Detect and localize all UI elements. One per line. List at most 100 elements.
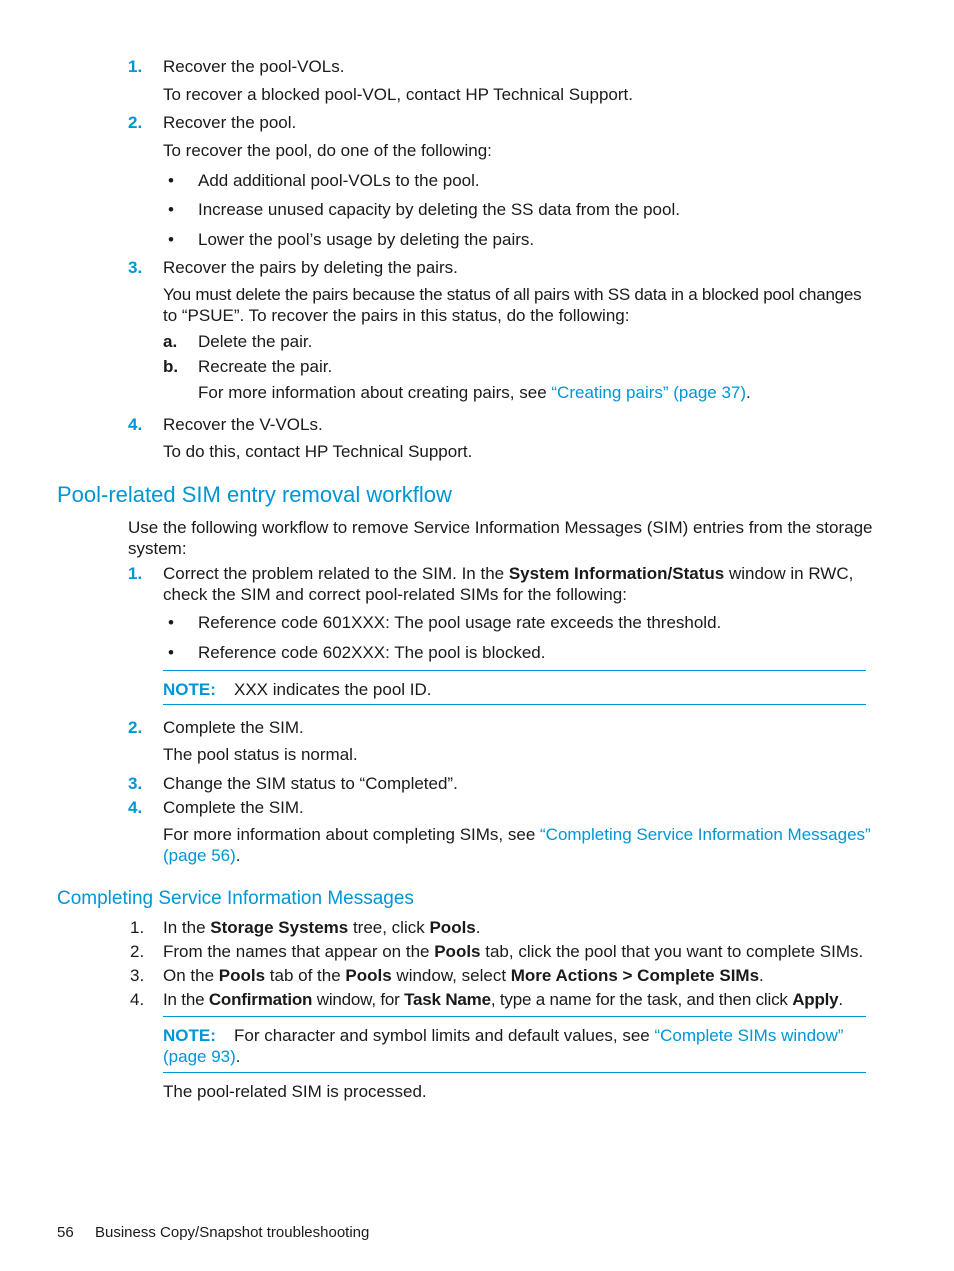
step-detail: The pool status is normal.: [163, 745, 358, 764]
step-title: In the Confirmation window, for Task Nam…: [163, 989, 843, 1010]
step-detail: You must delete the pairs because the st…: [163, 285, 862, 304]
ui-term: Pools: [434, 942, 481, 961]
step-number: 3.: [128, 258, 143, 277]
step-number: 3.: [128, 774, 143, 793]
more-info: (page 56).: [163, 845, 241, 866]
bullet-icon: •: [168, 613, 174, 632]
step-text: .: [759, 966, 764, 985]
step-text: window, select: [391, 966, 511, 985]
step-number: 2.: [130, 942, 145, 961]
step-number: 4.: [128, 798, 143, 817]
completing-sims-link-page[interactable]: (page 56): [163, 846, 236, 865]
bullet-icon: •: [168, 171, 174, 190]
ui-term: Task Name: [404, 990, 491, 1009]
step-detail: To recover a blocked pool-VOL, contact H…: [163, 85, 633, 104]
more-info-suffix: .: [746, 383, 751, 402]
note-label: NOTE:: [163, 680, 216, 699]
substep-text: Delete the pair.: [198, 332, 313, 351]
note-text: For character and symbol limits and defa…: [234, 1025, 843, 1046]
note-divider: [163, 1072, 866, 1073]
note-body: For character and symbol limits and defa…: [234, 1026, 655, 1045]
bullet-icon: •: [168, 230, 174, 249]
step-title: On the Pools tab of the Pools window, se…: [163, 965, 764, 986]
step-text: window in RWC,: [724, 564, 854, 583]
step-title: From the names that appear on the Pools …: [163, 941, 863, 962]
note-text: (page 93).: [163, 1046, 241, 1067]
ui-term: System Information/Status: [508, 564, 725, 583]
substep-text: Recreate the pair.: [198, 357, 333, 376]
step-detail: To do this, contact HP Technical Support…: [163, 442, 473, 461]
bullet-item: Lower the pool’s usage by deleting the p…: [198, 230, 535, 249]
substep-letter: b.: [163, 357, 179, 376]
more-info: For more information about creating pair…: [198, 382, 751, 403]
result-text: The pool-related SIM is processed.: [163, 1082, 427, 1101]
step-text: .: [475, 918, 481, 937]
ui-term: Pools: [218, 966, 266, 985]
note-text: XXX indicates the pool ID.: [234, 680, 432, 699]
step-text: window, for: [312, 990, 405, 1009]
complete-sims-window-link[interactable]: “Complete SIMs window”: [654, 1026, 843, 1045]
note-divider: [163, 1016, 866, 1017]
note-label: NOTE:: [163, 1026, 216, 1045]
step-number: 4.: [128, 415, 143, 434]
bullet-item: Add additional pool-VOLs to the pool.: [198, 171, 480, 190]
step-title: check the SIM and correct pool-related S…: [163, 585, 627, 604]
section-heading: Pool-related SIM entry removal workflow: [57, 482, 452, 507]
step-text: , type a name for the task, and then cli…: [490, 990, 793, 1009]
step-number: 1.: [130, 918, 145, 937]
step-title: Recover the pool.: [163, 113, 297, 132]
step-text: .: [838, 990, 843, 1009]
complete-sims-window-link-page[interactable]: (page 93): [163, 1047, 236, 1066]
note-divider: [163, 670, 866, 671]
step-number: 1.: [128, 57, 143, 76]
step-text: In the: [163, 918, 211, 937]
page-number: 56: [57, 1224, 74, 1241]
step-detail: to “PSUE”. To recover the pairs in this …: [163, 306, 630, 325]
completing-sims-link[interactable]: “Completing Service Information Messages…: [540, 825, 871, 844]
bullet-item: Reference code 601XXX: The pool usage ra…: [198, 613, 722, 632]
ui-term: Apply: [792, 990, 839, 1009]
step-title: Complete the SIM.: [163, 798, 304, 817]
substep-letter: a.: [163, 332, 178, 351]
step-text: tab of the: [265, 966, 346, 985]
more-info-text: For more information about creating pair…: [198, 383, 552, 402]
step-title: Recover the pool-VOLs.: [163, 57, 345, 76]
bullet-item: Increase unused capacity by deleting the…: [198, 200, 680, 219]
subsection-heading: Completing Service Information Messages: [57, 888, 414, 909]
more-info: For more information about completing SI…: [163, 824, 871, 845]
note-divider: [163, 704, 866, 705]
ui-term: Pools: [429, 918, 476, 937]
step-text: tree, click: [348, 918, 430, 937]
step-number: 3.: [130, 966, 145, 985]
step-title: Complete the SIM.: [163, 718, 304, 737]
creating-pairs-link[interactable]: “Creating pairs” (page 37): [551, 383, 746, 402]
step-text: On the: [163, 966, 219, 985]
more-info-suffix: .: [235, 846, 241, 865]
step-number: 2.: [128, 718, 143, 737]
bullet-icon: •: [168, 643, 174, 662]
step-title: Change the SIM status to “Completed”.: [163, 774, 458, 793]
ui-term: Pools: [345, 966, 392, 985]
step-text: From the names that appear on the: [163, 942, 435, 961]
ui-term: Storage Systems: [210, 918, 349, 937]
chapter-title: Business Copy/Snapshot troubleshooting: [95, 1224, 370, 1241]
ui-term: More Actions > Complete SIMs: [510, 966, 760, 985]
note-suffix: .: [235, 1047, 241, 1066]
step-text: tab, click the pool that you want to com…: [480, 942, 864, 961]
step-number: 2.: [128, 113, 143, 132]
section-intro: Use the following workflow to remove Ser…: [128, 518, 873, 537]
step-text: In the: [163, 990, 209, 1009]
bullet-icon: •: [168, 200, 174, 219]
step-number: 4.: [130, 990, 145, 1009]
section-intro: system:: [128, 539, 187, 558]
ui-term: Confirmation: [208, 990, 313, 1009]
step-title: Recover the V-VOLs.: [163, 415, 323, 434]
step-title: Correct the problem related to the SIM. …: [163, 563, 853, 584]
step-text: Correct the problem related to the SIM. …: [163, 564, 509, 583]
bullet-item: Reference code 602XXX: The pool is block…: [198, 643, 546, 662]
step-detail: To recover the pool, do one of the follo…: [163, 141, 492, 160]
step-title: In the Storage Systems tree, click Pools…: [163, 917, 481, 938]
step-title: Recover the pairs by deleting the pairs.: [163, 258, 458, 277]
step-number: 1.: [128, 564, 143, 583]
more-info-text: For more information about completing SI…: [163, 825, 540, 844]
